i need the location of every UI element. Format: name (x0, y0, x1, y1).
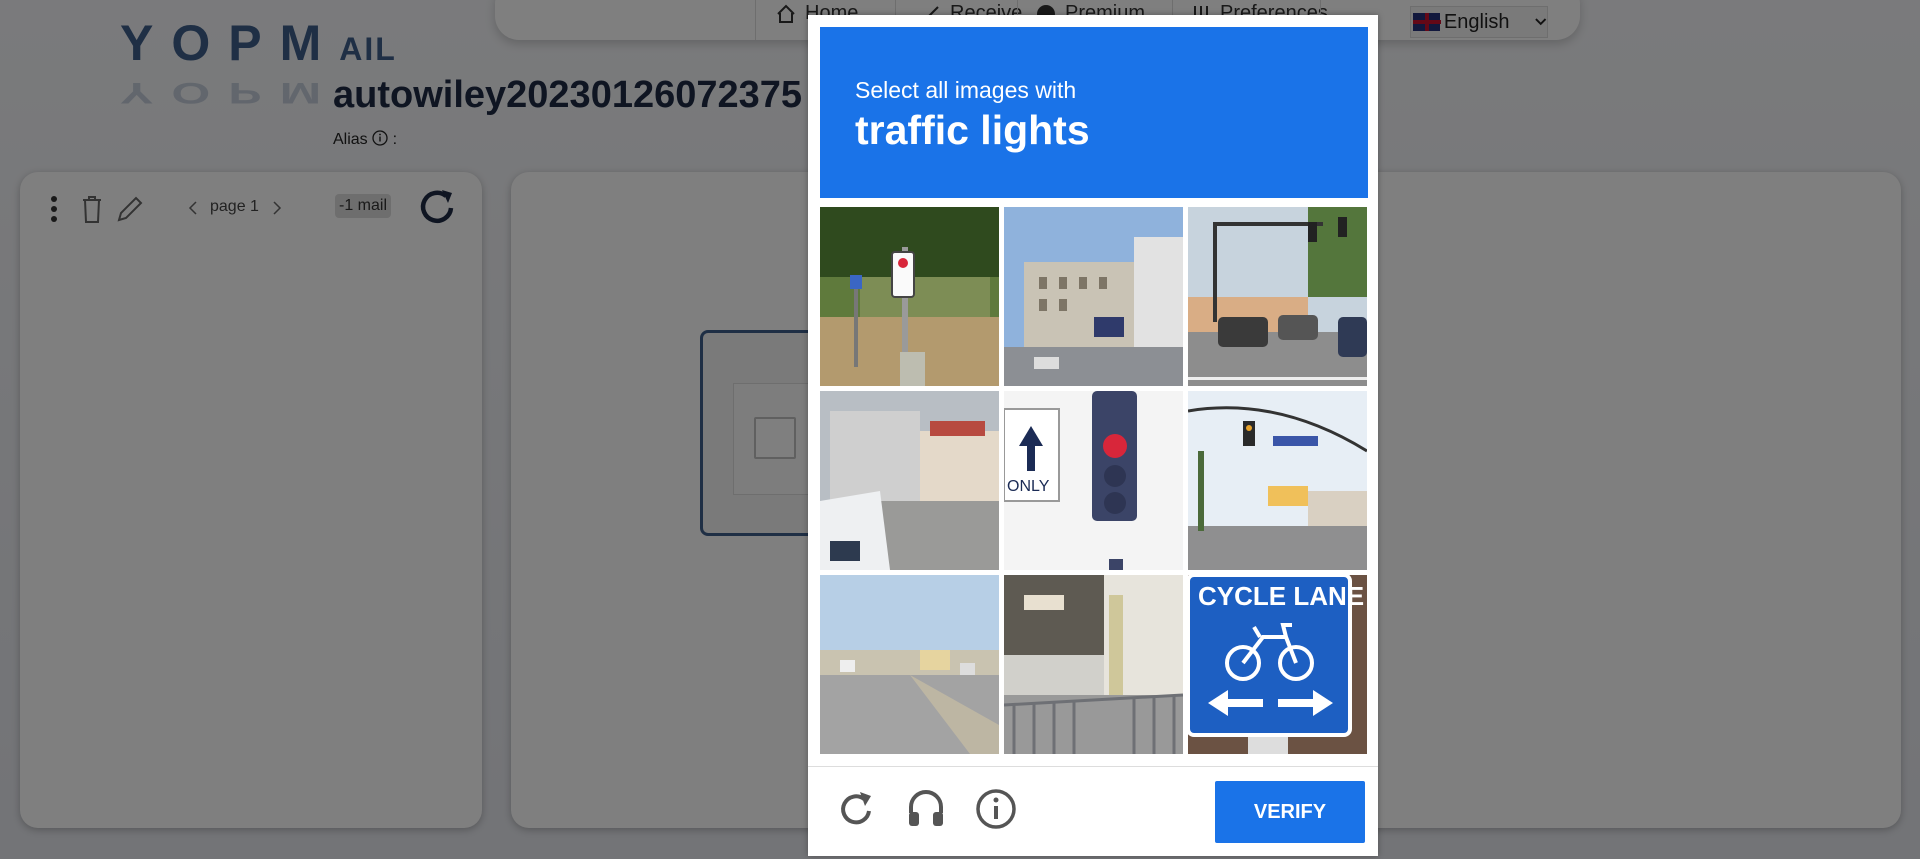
captcha-image-grid: ONLY CYCLE LANE (820, 207, 1368, 755)
road-bus-image (820, 575, 999, 754)
captcha-tile-3[interactable] (1188, 207, 1367, 386)
captcha-tile-2[interactable] (1004, 207, 1183, 386)
captcha-instruction: Select all images with (855, 77, 1077, 103)
captcha-challenge: Select all images with traffic lights ON… (808, 15, 1378, 856)
info-icon[interactable] (974, 787, 1018, 831)
sidewalk-fence-image (1004, 575, 1183, 754)
city-street-image (1004, 207, 1183, 386)
audio-challenge-icon[interactable] (904, 787, 948, 831)
reload-icon[interactable] (834, 787, 878, 831)
captcha-footer: VERIFY (808, 766, 1378, 857)
captcha-tile-5[interactable]: ONLY (1004, 391, 1183, 570)
traffic-light-only-sign-image: ONLY (1004, 391, 1183, 570)
captcha-tile-9[interactable]: CYCLE LANE (1188, 575, 1367, 754)
only-sign-text: ONLY (1007, 478, 1050, 495)
verify-button[interactable]: VERIFY (1215, 781, 1365, 843)
traffic-light-corner-image (820, 207, 999, 386)
cycle-lane-sign-image: CYCLE LANE (1188, 575, 1367, 754)
captcha-header: Select all images with traffic lights (820, 27, 1368, 198)
street-van-image (820, 391, 999, 570)
captcha-tile-1[interactable] (820, 207, 999, 386)
intersection-traffic-light-image (1188, 391, 1367, 570)
captcha-tile-7[interactable] (820, 575, 999, 754)
captcha-tile-8[interactable] (1004, 575, 1183, 754)
captcha-tile-6[interactable] (1188, 391, 1367, 570)
captcha-tile-4[interactable] (820, 391, 999, 570)
captcha-target: traffic lights (855, 107, 1090, 153)
cycle-lane-text: CYCLE LANE (1198, 581, 1364, 611)
road-cars-image (1188, 207, 1367, 386)
